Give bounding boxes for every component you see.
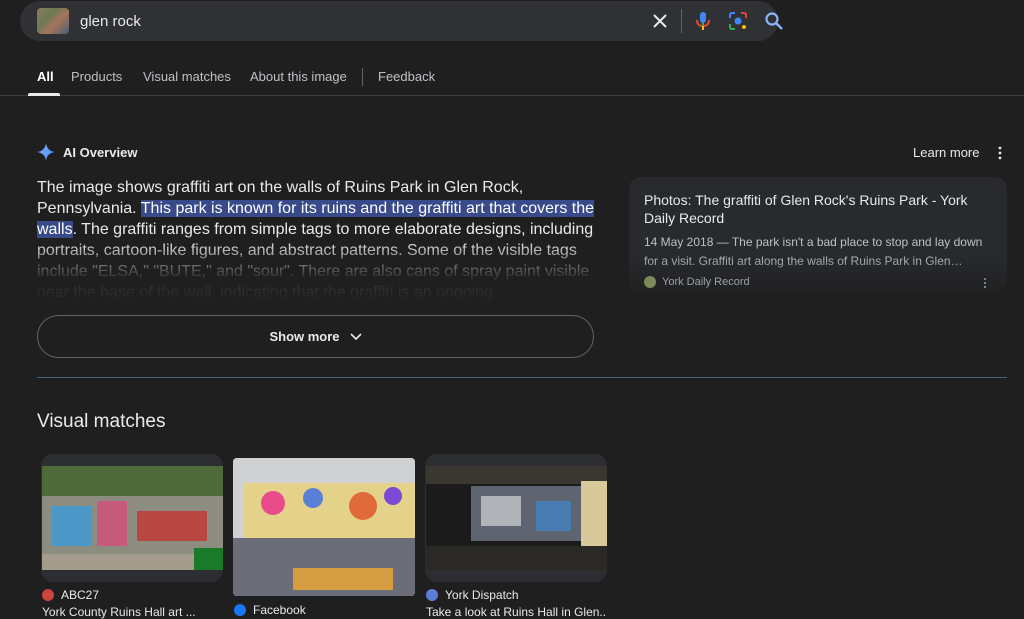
visual-match-card[interactable] (41, 454, 223, 582)
tab-visual-matches[interactable]: Visual matches (143, 69, 231, 84)
visual-match-source: ABC27 (42, 588, 99, 602)
active-tab-indicator (28, 93, 60, 96)
tab-all[interactable]: All (37, 69, 54, 84)
ai-overview-title: AI Overview (63, 145, 138, 160)
search-bar[interactable]: glen rock (20, 1, 783, 41)
source-card-title[interactable]: Photos: The graffiti of Glen Rock's Ruin… (644, 191, 994, 227)
mic-icon[interactable] (693, 10, 713, 32)
visual-match-caption[interactable]: Take a look at Ruins Hall in Glen... (426, 605, 606, 619)
tab-feedback[interactable]: Feedback (378, 69, 435, 84)
graffiti-photo-image (233, 458, 415, 596)
source-more-icon[interactable] (981, 277, 989, 289)
visual-matches-title: Visual matches (37, 411, 166, 432)
tab-products[interactable]: Products (71, 69, 122, 84)
source-card-source: York Daily Record (662, 276, 750, 288)
search-icon[interactable] (764, 11, 784, 31)
facebook-favicon-icon (234, 604, 246, 616)
abc27-favicon-icon (42, 589, 54, 601)
graffiti-photo-image (42, 466, 223, 570)
close-icon[interactable] (652, 13, 668, 29)
more-options-icon[interactable] (995, 146, 1005, 160)
search-bar-divider (681, 9, 682, 33)
search-query[interactable]: glen rock (80, 13, 141, 30)
text-fade-overlay (30, 240, 610, 304)
tab-divider (362, 68, 363, 86)
search-tabs: All Products Visual matches About this i… (0, 56, 1024, 96)
visual-match-source: York Dispatch (426, 588, 519, 602)
source-card[interactable]: Photos: The graffiti of Glen Rock's Ruin… (629, 177, 1007, 292)
visual-match-caption[interactable]: York County Ruins Hall art ... (42, 605, 232, 619)
visual-match-card[interactable] (233, 458, 415, 596)
visual-match-source-label: ABC27 (61, 588, 100, 602)
visual-match-source-label: York Dispatch (445, 588, 519, 602)
visual-match-card[interactable] (425, 454, 607, 582)
lens-icon[interactable] (728, 11, 748, 31)
image-thumbnail[interactable] (37, 8, 69, 34)
visual-match-source: Facebook (234, 603, 306, 617)
source-favicon-icon (644, 276, 656, 288)
visual-match-source-label: Facebook (253, 603, 306, 617)
york-dispatch-favicon-icon (426, 589, 438, 601)
source-card-footer: York Daily Record (644, 276, 750, 288)
learn-more-link[interactable]: Learn more (913, 145, 979, 160)
chevron-down-icon (349, 332, 362, 340)
show-more-label: Show more (269, 329, 340, 344)
ai-sparkle-icon (37, 143, 55, 161)
section-divider (37, 377, 1007, 378)
show-more-button[interactable]: Show more (37, 315, 594, 358)
graffiti-photo-image (426, 466, 607, 570)
tab-about-this-image[interactable]: About this image (250, 69, 347, 84)
